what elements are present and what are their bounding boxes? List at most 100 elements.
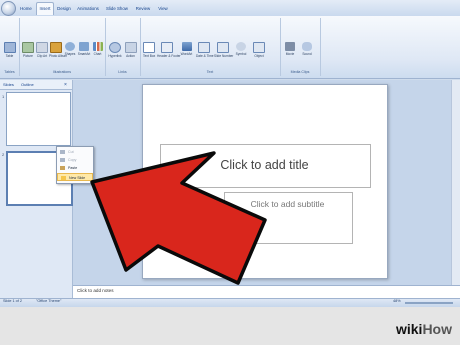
group-label-text: Text xyxy=(206,70,214,74)
zoom-slider[interactable] xyxy=(405,302,453,304)
calendar-icon xyxy=(198,42,210,53)
status-slide-count: Slide 1 of 2 xyxy=(3,299,22,303)
tab-home[interactable]: Home xyxy=(19,3,33,15)
clip-art-label: Clip Art xyxy=(36,54,48,58)
subtitle-placeholder-text: Click to add subtitle xyxy=(250,199,325,209)
photo-album-label: Photo Album xyxy=(49,54,68,58)
text-box-button[interactable]: Text Box xyxy=(143,42,155,58)
tab-outline[interactable]: Outline xyxy=(21,82,34,87)
tab-slides[interactable]: Slides xyxy=(3,82,14,87)
shapes-label: Shapes xyxy=(64,52,76,56)
sound-label: Sound xyxy=(302,52,312,56)
clip-art-icon xyxy=(36,42,48,53)
wikihow-logo-how: How xyxy=(422,321,452,337)
tab-animations[interactable]: Animations xyxy=(76,3,100,15)
date-time-label: Date & Time xyxy=(196,54,214,58)
notes-placeholder: Click to add notes xyxy=(77,288,114,293)
picture-button[interactable]: Picture xyxy=(21,42,35,58)
group-label-illustrations: Illustrations xyxy=(52,70,72,74)
chart-button[interactable]: Chart xyxy=(92,42,103,58)
menu-item-new-slide-label: New Slide xyxy=(69,176,86,180)
scissors-icon xyxy=(60,150,65,154)
smartart-label: SmartArt xyxy=(77,52,91,56)
object-button[interactable]: Object xyxy=(252,42,266,58)
chart-icon xyxy=(92,42,103,51)
table-button[interactable]: Table xyxy=(3,42,16,58)
picture-icon xyxy=(22,42,34,53)
hyperlink-label: Hyperlink xyxy=(108,54,122,58)
group-label-tables: Tables xyxy=(4,70,15,74)
wikihow-logo: wikiHow xyxy=(396,321,452,337)
shapes-button[interactable]: Shapes xyxy=(64,42,76,58)
new-slide-icon xyxy=(61,176,66,180)
copy-icon xyxy=(60,158,65,162)
menu-item-copy[interactable]: Copy xyxy=(57,156,93,164)
wordart-button[interactable]: WordArt xyxy=(179,42,194,58)
speaker-icon xyxy=(302,42,312,51)
action-label: Action xyxy=(126,54,135,58)
wordart-icon xyxy=(181,42,192,51)
hyperlink-icon xyxy=(109,42,121,53)
omega-icon xyxy=(236,42,246,51)
status-theme: "Office Theme" xyxy=(36,299,62,303)
slide-number-2: 2 xyxy=(2,152,5,157)
context-menu: Cut Copy Paste New Slide xyxy=(56,146,94,184)
clip-art-button[interactable]: Clip Art xyxy=(36,42,48,58)
date-time-button[interactable]: Date & Time xyxy=(196,42,214,58)
film-icon xyxy=(285,42,295,51)
group-label-links: Links xyxy=(118,70,127,74)
tab-review[interactable]: Review xyxy=(135,3,151,15)
tab-slide-show[interactable]: Slide Show xyxy=(106,3,128,15)
menu-item-paste[interactable]: Paste xyxy=(57,164,93,172)
table-label: Table xyxy=(5,54,14,58)
tab-view[interactable]: View xyxy=(157,3,169,15)
text-box-icon xyxy=(143,42,155,53)
close-pane-icon[interactable]: × xyxy=(64,82,67,88)
vertical-scrollbar[interactable] xyxy=(451,80,460,285)
menu-item-cut-label: Cut xyxy=(68,150,74,154)
office-button[interactable] xyxy=(1,1,16,16)
movie-button[interactable]: Movie xyxy=(283,42,297,58)
menu-item-cut[interactable]: Cut xyxy=(57,148,93,156)
smartart-icon xyxy=(79,42,89,51)
text-box-label: Text Box xyxy=(143,54,156,58)
menu-item-new-slide[interactable]: New Slide xyxy=(57,173,93,181)
action-icon xyxy=(124,42,137,53)
hyperlink-button[interactable]: Hyperlink xyxy=(108,42,122,58)
slide-number-icon xyxy=(217,42,229,53)
photo-album-button[interactable]: Photo Album xyxy=(49,42,68,58)
menu-item-paste-label: Paste xyxy=(68,166,78,170)
header-footer-button[interactable]: Header & Footer xyxy=(157,42,181,58)
shapes-icon xyxy=(65,42,75,51)
wordart-label: WordArt xyxy=(180,52,193,56)
table-icon xyxy=(3,42,16,53)
object-icon xyxy=(253,42,265,53)
menu-item-copy-label: Copy xyxy=(68,158,77,162)
picture-label: Picture xyxy=(23,54,33,58)
bottom-margin xyxy=(0,307,460,345)
group-label-media-clips: Media Clips xyxy=(290,70,310,74)
slide-thumbnail-1[interactable] xyxy=(6,92,71,146)
wikihow-logo-wiki: wiki xyxy=(395,321,423,337)
photo-album-icon xyxy=(50,42,62,53)
sound-button[interactable]: Sound xyxy=(300,42,314,58)
clipboard-icon xyxy=(60,166,65,170)
object-label: Object xyxy=(254,54,264,58)
tab-insert[interactable]: Insert xyxy=(36,2,54,15)
zoom-level[interactable]: 48% xyxy=(393,299,401,303)
tab-design[interactable]: Design xyxy=(56,3,72,15)
notes-pane[interactable] xyxy=(73,285,460,299)
symbol-label: Symbol xyxy=(235,52,247,56)
chart-label: Chart xyxy=(93,52,102,56)
header-footer-icon xyxy=(161,42,173,53)
slide-number-1: 1 xyxy=(2,94,5,99)
slide-number-label: Slide Number xyxy=(214,54,234,58)
movie-label: Movie xyxy=(285,52,295,56)
smartart-button[interactable]: SmartArt xyxy=(77,42,91,58)
slide-number-button[interactable]: Slide Number xyxy=(214,42,234,58)
action-button[interactable]: Action xyxy=(124,42,137,58)
title-placeholder-text: Click to add title xyxy=(220,158,309,172)
symbol-button[interactable]: Symbol xyxy=(234,42,248,58)
powerpoint-window: Home Insert Design Animations Slide Show… xyxy=(0,0,460,345)
header-footer-label: Header & Footer xyxy=(157,54,181,58)
